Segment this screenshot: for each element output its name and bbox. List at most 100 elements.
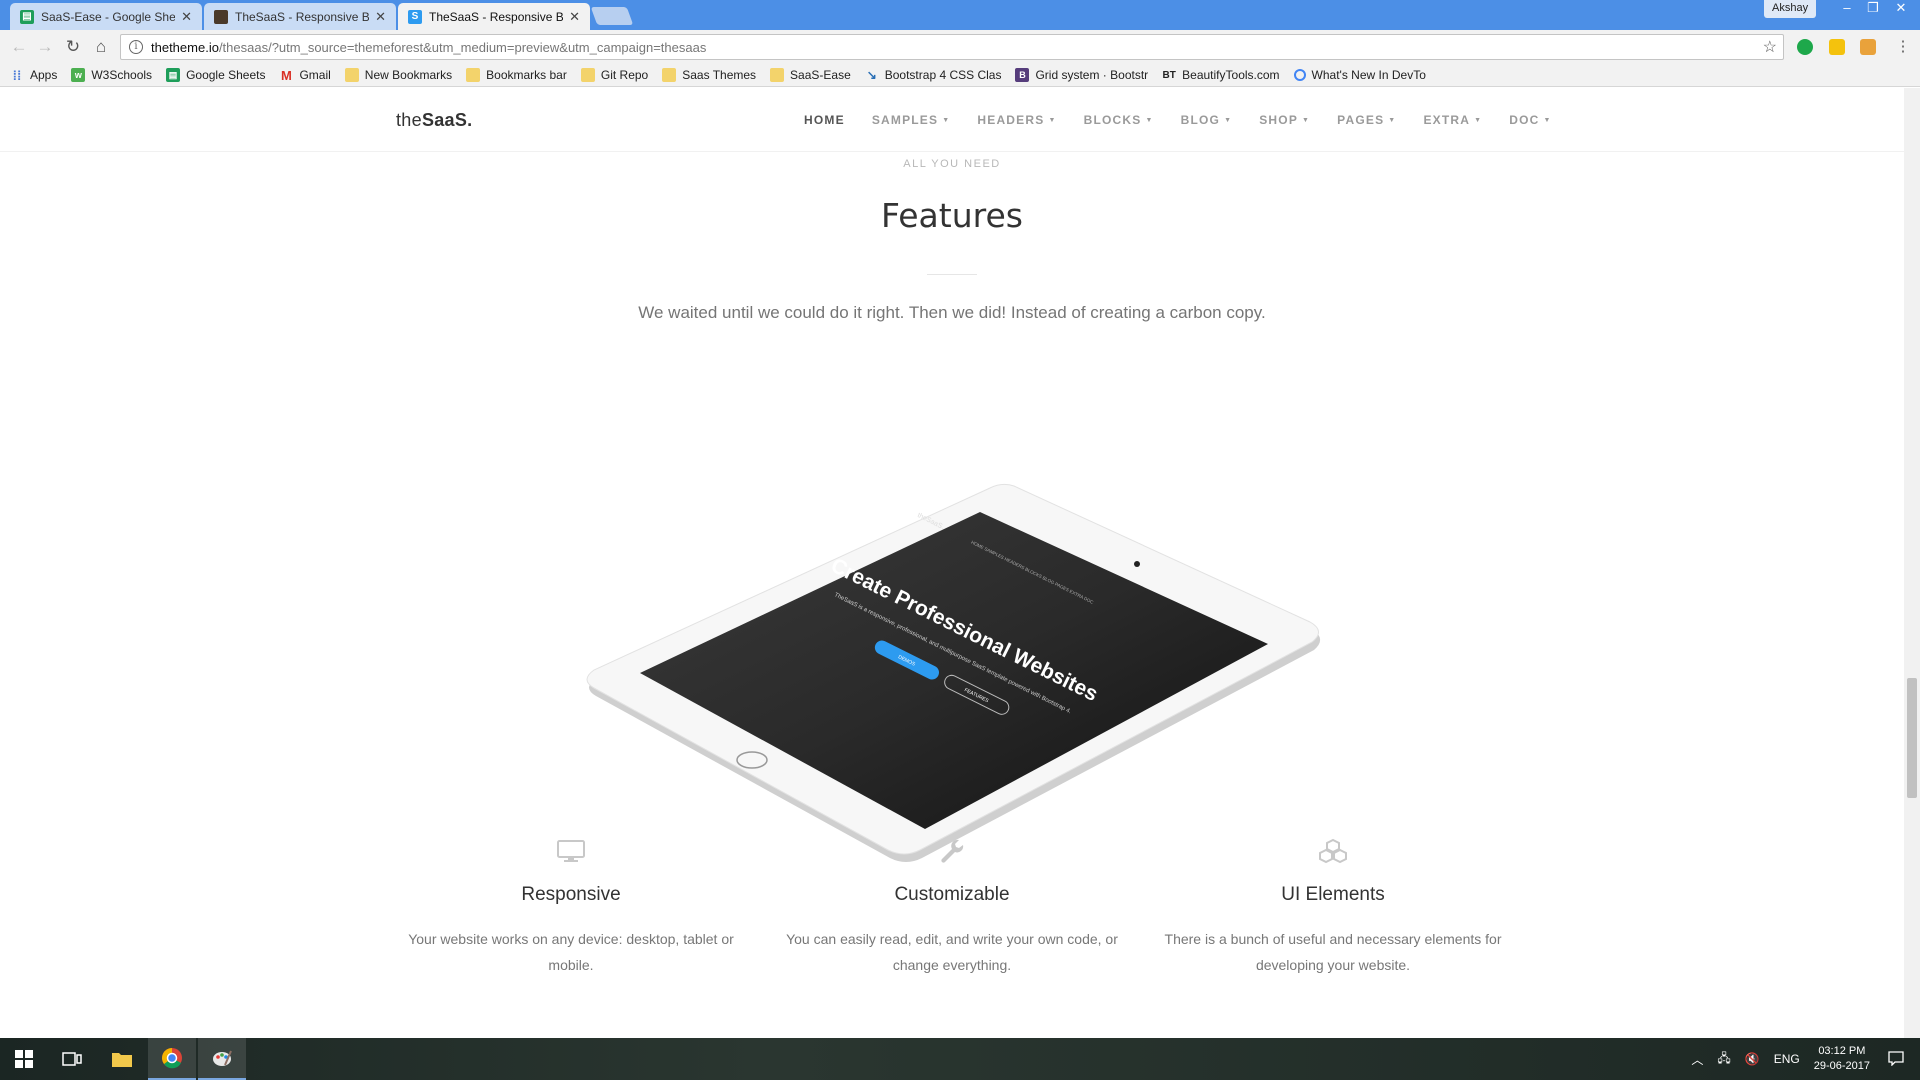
scrollbar-thumb[interactable] <box>1907 678 1917 798</box>
chrome-taskbar-icon[interactable] <box>148 1038 196 1080</box>
site-logo[interactable]: theSaaS. <box>396 110 472 131</box>
extension-green-icon[interactable] <box>1797 39 1813 55</box>
language-indicator[interactable]: ENG <box>1774 1052 1800 1066</box>
address-bar[interactable]: i thetheme.io /thesaas/?utm_source=theme… <box>120 34 1784 60</box>
forward-icon[interactable]: → <box>34 36 56 58</box>
info-icon[interactable]: i <box>129 40 143 54</box>
section-kicker: ALL YOU NEED <box>903 158 1001 170</box>
section-lead: We waited until we could do it right. Th… <box>638 303 1266 322</box>
bootstrap-b-icon: B <box>1015 68 1030 82</box>
menu-blocks[interactable]: BLOCKS ▼ <box>1084 113 1154 127</box>
close-icon[interactable]: ✕ <box>569 9 580 25</box>
folder-icon <box>770 68 785 82</box>
browser-toolbar: ← → ↻ ⌂ i thetheme.io /thesaas/?utm_sour… <box>0 30 1920 64</box>
wrench-icon <box>941 839 964 863</box>
site-navbar: theSaaS. HOME SAMPLES ▼ HEADERS ▼ BLOCKS ▼ … <box>0 88 1904 152</box>
feature-responsive: Responsive Your website works on any dev… <box>401 836 741 978</box>
menu-samples[interactable]: SAMPLES ▼ <box>872 113 951 127</box>
bookmark-folder-new-bookmarks[interactable]: New Bookmarks <box>344 68 452 82</box>
caret-down-icon: ▼ <box>1474 117 1483 125</box>
bookmark-grid-system[interactable]: B Grid system · Bootstr <box>1015 68 1148 82</box>
cubes-icon <box>1319 838 1347 864</box>
folder-icon <box>466 68 481 82</box>
tab-thesaas-1[interactable]: TheSaaS - Responsive Bo ✕ <box>204 3 396 30</box>
feature-title: Customizable <box>894 884 1010 905</box>
url-path: /thesaas/?utm_source=themeforest&utm_med… <box>218 39 707 55</box>
bookmark-gmail[interactable]: M Gmail <box>279 67 331 83</box>
web-page: theSaaS. HOME SAMPLES ▼ HEADERS ▼ BLOCKS ▼ … <box>0 88 1904 1038</box>
caret-down-icon: ▼ <box>1543 117 1552 125</box>
tab-thesaas-active[interactable]: S TheSaaS - Responsive Bo ✕ <box>398 3 590 30</box>
w3schools-icon: w <box>71 68 86 82</box>
action-center-icon[interactable] <box>1888 1050 1904 1069</box>
bookmark-folder-git-repo[interactable]: Git Repo <box>580 68 648 82</box>
menu-headers[interactable]: HEADERS ▼ <box>977 113 1056 127</box>
task-view-icon[interactable] <box>48 1038 96 1080</box>
caret-down-icon: ▼ <box>1145 117 1154 125</box>
bookmarks-bar: ⁞⁞ Apps w W3Schools ▤ Google Sheets M Gmail … <box>0 64 1920 87</box>
file-explorer-icon[interactable] <box>98 1038 146 1080</box>
caret-down-icon: ▼ <box>1048 117 1057 125</box>
bookmark-devtools-news[interactable]: What's New In DevTo <box>1293 68 1426 82</box>
minimize-icon[interactable]: – <box>1834 0 1860 18</box>
caret-down-icon: ▼ <box>1302 117 1311 125</box>
bookmark-w3schools[interactable]: w W3Schools <box>71 68 152 82</box>
section-title: Features <box>881 196 1023 235</box>
tray-chevron-up-icon[interactable]: ︿ <box>1691 1051 1703 1068</box>
monitor-icon <box>557 840 585 862</box>
google-sheets-icon: ▤ <box>166 68 181 82</box>
caret-down-icon: ▼ <box>1224 117 1233 125</box>
menu-shop[interactable]: SHOP ▼ <box>1259 113 1310 127</box>
chrome-menu-icon[interactable]: ⋮ <box>1892 36 1914 58</box>
restore-icon[interactable]: ❐ <box>1860 0 1886 18</box>
network-icon[interactable]: 🖧 <box>1717 1049 1730 1070</box>
page-scrollbar[interactable] <box>1904 88 1920 1038</box>
volume-muted-icon[interactable]: 🔇 <box>1745 1052 1760 1066</box>
bookmark-google-sheets[interactable]: ▤ Google Sheets <box>166 68 265 82</box>
bookmark-beautifytools[interactable]: BT BeautifyTools.com <box>1162 68 1279 82</box>
menu-pages[interactable]: PAGES ▼ <box>1337 113 1396 127</box>
windows-taskbar: ︿ 🖧 🔇 ENG 03:12 PM 29-06-2017 <box>0 1038 1920 1080</box>
menu-home[interactable]: HOME <box>804 113 845 127</box>
title-divider <box>927 274 977 275</box>
feature-ui-elements: UI Elements There is a bunch of useful a… <box>1163 836 1503 978</box>
bookmark-folder-saas-themes[interactable]: Saas Themes <box>662 68 756 82</box>
chrome-icon <box>1293 69 1306 81</box>
paint-app-icon[interactable] <box>198 1038 246 1080</box>
menu-extra[interactable]: EXTRA ▼ <box>1423 113 1482 127</box>
close-icon[interactable]: ✕ <box>375 9 386 25</box>
feature-title: Responsive <box>521 884 621 905</box>
menu-doc[interactable]: DOC ▼ <box>1509 113 1551 127</box>
bookmark-folder-bookmarks-bar[interactable]: Bookmarks bar <box>466 68 567 82</box>
tablet-mockup-image: theSaaS. HOME SAMPLES HEADERS BLOCKS BLO… <box>570 388 1340 908</box>
bookmark-apps[interactable]: ⁞⁞ Apps <box>10 68 58 83</box>
feature-description: There is a bunch of useful and necessary… <box>1164 931 1502 973</box>
new-tab-button[interactable] <box>590 7 634 25</box>
browser-tab-strip: ▤ SaaS-Ease - Google Shee ✕ TheSaaS - Re… <box>0 0 1920 30</box>
tab-saas-ease-sheets[interactable]: ▤ SaaS-Ease - Google Shee ✕ <box>10 3 202 30</box>
system-tray: ︿ 🖧 🔇 ENG 03:12 PM 29-06-2017 <box>1691 1038 1920 1080</box>
window-close-icon[interactable]: ✕ <box>1888 0 1914 18</box>
extension-orange-icon[interactable] <box>1860 39 1876 55</box>
back-icon[interactable]: ← <box>8 36 30 58</box>
bt-icon: BT <box>1162 69 1176 81</box>
tablet-mockup-svg: theSaaS. HOME SAMPLES HEADERS BLOCKS BLO… <box>586 483 1321 862</box>
s-blue-icon: S <box>408 9 422 24</box>
profile-button[interactable]: Akshay <box>1764 0 1817 18</box>
close-icon[interactable]: ✕ <box>181 9 192 25</box>
start-button[interactable] <box>0 1038 48 1080</box>
menu-blog[interactable]: BLOG ▼ <box>1181 113 1233 127</box>
gmail-icon: M <box>281 67 292 83</box>
bookmark-folder-saas-ease[interactable]: SaaS-Ease <box>770 68 851 82</box>
folder-icon <box>580 68 595 82</box>
home-icon[interactable]: ⌂ <box>90 36 112 58</box>
reload-icon[interactable]: ↻ <box>62 36 84 58</box>
bookmark-star-icon[interactable]: ☆ <box>1763 37 1777 57</box>
google-sheets-icon: ▤ <box>20 9 34 24</box>
url-host: thetheme.io <box>151 39 219 55</box>
extension-star-icon[interactable] <box>1829 39 1845 55</box>
system-clock[interactable]: 03:12 PM 29-06-2017 <box>1814 1044 1870 1074</box>
bookmark-bootstrap-css[interactable]: ↘ Bootstrap 4 CSS Clas <box>865 68 1002 82</box>
caret-down-icon: ▼ <box>942 117 951 125</box>
site-menu: HOME SAMPLES ▼ HEADERS ▼ BLOCKS ▼ BLOG ▼ SHO… <box>804 113 1579 127</box>
